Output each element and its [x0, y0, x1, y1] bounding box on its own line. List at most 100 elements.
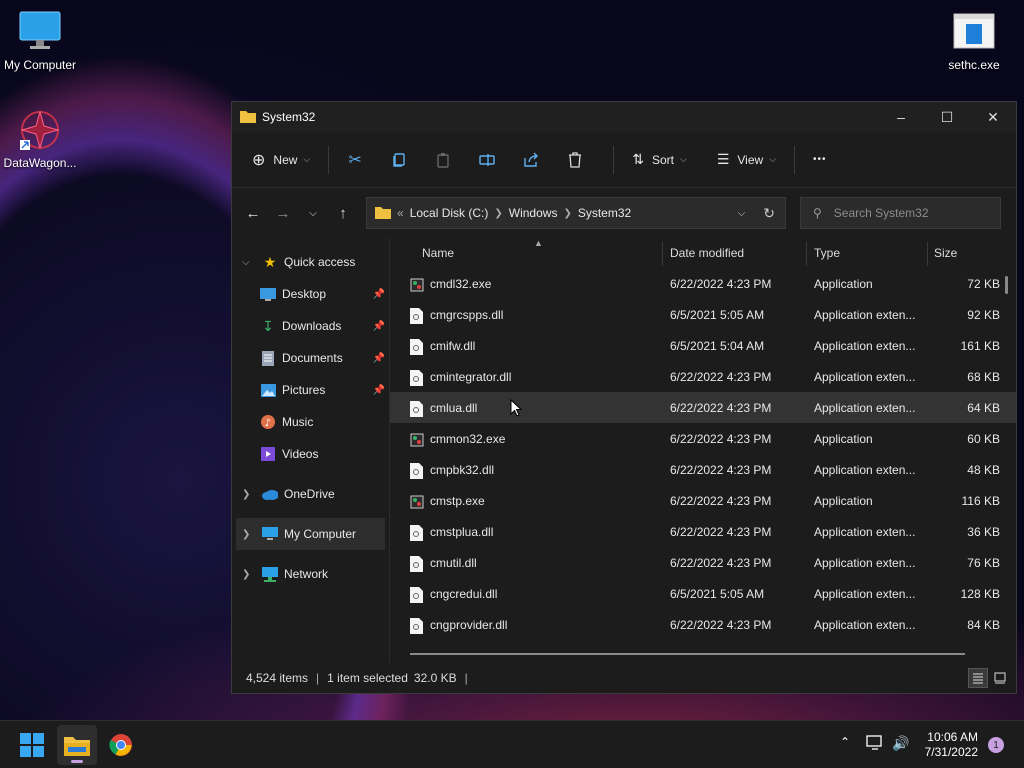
table-row[interactable]: cmlua.dll 6/22/2022 4:23 PM Application ex… [390, 392, 1016, 423]
selection-count: 1 item selected [327, 671, 408, 685]
dll-file-icon [410, 618, 423, 634]
taskbar-file-explorer[interactable] [57, 725, 97, 765]
chevron-right-icon[interactable]: ❯ [242, 529, 256, 540]
nav-item-videos[interactable]: Videos [232, 438, 389, 470]
table-row[interactable]: cmstplua.dll 6/22/2022 4:23 PM Application… [390, 516, 1016, 547]
pin-icon[interactable]: 📌 [373, 321, 385, 332]
nav-item-documents[interactable]: Documents 📌 [232, 342, 389, 374]
desktop-icon-sethc[interactable]: sethc.exe [934, 10, 1014, 72]
table-row[interactable]: cmgrcspps.dll 6/5/2021 5:05 AM Application… [390, 299, 1016, 330]
sort-label: Sort [651, 152, 674, 167]
sort-button[interactable]: ⇅ Sort ⌵ [624, 144, 695, 176]
table-row[interactable]: cmpbk32.dll 6/22/2022 4:23 PM Application … [390, 454, 1016, 485]
chevron-down-icon: ⌵ [769, 154, 777, 164]
more-options-button[interactable]: ••• [805, 144, 835, 176]
network-icon [262, 566, 278, 582]
chevron-right-icon[interactable]: ❯ [242, 569, 256, 580]
table-row[interactable]: cmutil.dll 6/22/2022 4:23 PM Application e… [390, 547, 1016, 578]
title-bar[interactable]: System32 – ☐ ✕ [232, 102, 1016, 132]
address-bar[interactable]: « Local Disk (C:) ❯ Windows ❯ System32 ⌵… [366, 197, 786, 229]
minimize-button[interactable]: – [878, 102, 924, 132]
chevron-right-icon[interactable]: ❯ [563, 208, 571, 219]
details-view-button[interactable] [968, 668, 988, 688]
pin-icon[interactable]: 📌 [373, 353, 385, 364]
copy-button[interactable] [383, 144, 415, 176]
nav-onedrive[interactable]: ❯ OneDrive [232, 478, 389, 510]
file-name: cmifw.dll [430, 339, 476, 353]
column-date-modified[interactable]: Date modified [670, 246, 744, 260]
crumb-windows[interactable]: Windows [509, 206, 558, 220]
rename-icon [479, 153, 495, 166]
tiles-view-icon [994, 672, 1006, 684]
cut-button[interactable]: ✂ [339, 144, 371, 176]
column-headers: ▲ Name Date modified Type Size [390, 238, 1016, 268]
share-button[interactable] [515, 144, 547, 176]
column-type[interactable]: Type [814, 246, 840, 260]
refresh-button[interactable]: ↻ [763, 205, 775, 222]
search-box[interactable]: ⚲ Search System32 [800, 197, 1001, 229]
nav-item-desktop[interactable]: Desktop 📌 [232, 278, 389, 310]
download-icon: ↧ [262, 317, 274, 334]
column-divider[interactable] [927, 242, 928, 266]
chrome-icon [109, 734, 132, 756]
table-row[interactable]: cngcredui.dll 6/5/2021 5:05 AM Application… [390, 578, 1016, 609]
view-list-icon: ☰ [716, 151, 730, 167]
clock[interactable]: 10:06 AM 7/31/2022 [925, 730, 978, 760]
file-date-modified: 6/22/2022 4:23 PM [670, 401, 772, 415]
notification-badge[interactable]: 1 [988, 737, 1004, 753]
new-button[interactable]: ⊕ New ⌵ [244, 144, 318, 176]
nav-item-pictures[interactable]: Pictures 📌 [232, 374, 389, 406]
desktop-folder-icon [260, 286, 276, 302]
table-row[interactable]: cmstp.exe 6/22/2022 4:23 PM Application 116… [390, 485, 1016, 516]
nav-item-downloads[interactable]: ↧ Downloads 📌 [232, 310, 389, 342]
delete-button[interactable] [559, 144, 591, 176]
chevron-right-icon[interactable]: ❯ [494, 208, 502, 219]
chevron-down-icon[interactable]: ⌵ [242, 257, 256, 268]
vertical-scrollbar[interactable] [1005, 276, 1008, 294]
close-button[interactable]: ✕ [970, 102, 1016, 132]
recent-locations-button[interactable]: ⌵ [298, 198, 328, 228]
horizontal-scrollbar[interactable] [410, 653, 965, 655]
active-indicator [71, 760, 83, 763]
table-row[interactable]: cmmon32.exe 6/22/2022 4:23 PM Application 6… [390, 423, 1016, 454]
nav-my-computer[interactable]: ❯ My Computer [236, 518, 385, 550]
file-date-modified: 6/22/2022 4:23 PM [670, 494, 772, 508]
pin-icon[interactable]: 📌 [373, 385, 385, 396]
crumb-local-disk[interactable]: Local Disk (C:) [410, 206, 489, 220]
chevron-up-icon[interactable]: ⌃ [840, 735, 850, 749]
network-status-icon[interactable] [866, 735, 884, 754]
table-row[interactable]: cmdl32.exe 6/22/2022 4:23 PM Application 72… [390, 268, 1016, 299]
crumb-system32[interactable]: System32 [578, 206, 631, 220]
nav-quick-access[interactable]: ⌵ ★ Quick access [232, 246, 389, 278]
back-button[interactable]: ← [238, 198, 268, 228]
large-icons-view-button[interactable] [990, 668, 1010, 688]
view-button[interactable]: ☰ View ⌵ [709, 144, 784, 176]
up-button[interactable]: ↑ [328, 198, 358, 228]
volume-icon[interactable]: 🔊 [892, 735, 909, 752]
start-button[interactable] [12, 725, 52, 765]
copy-icon [393, 152, 405, 167]
column-name[interactable]: Name [422, 246, 454, 260]
forward-button[interactable]: → [268, 198, 298, 228]
column-divider[interactable] [806, 242, 807, 266]
paste-button[interactable] [427, 144, 459, 176]
desktop-icon-datawagon[interactable]: DataWagon... [0, 108, 80, 170]
nav-label: Desktop [282, 287, 327, 301]
column-size[interactable]: Size [934, 246, 957, 260]
rename-button[interactable] [471, 144, 503, 176]
pin-icon[interactable]: 📌 [373, 289, 385, 300]
file-type: Application exten... [814, 308, 916, 322]
desktop-icon-my-computer[interactable]: My Computer [0, 10, 80, 72]
overflow-crumb[interactable]: « [397, 206, 404, 220]
taskbar-chrome[interactable] [101, 725, 141, 765]
nav-network[interactable]: ❯ Network [232, 558, 389, 590]
status-bar: 4,524 items | 1 item selected 32.0 KB | [232, 663, 1016, 693]
table-row[interactable]: cngprovider.dll 6/22/2022 4:23 PM Applicat… [390, 609, 1016, 640]
maximize-button[interactable]: ☐ [924, 102, 970, 132]
address-dropdown-button[interactable]: ⌵ [738, 208, 746, 219]
column-divider[interactable] [662, 242, 663, 266]
table-row[interactable]: cmintegrator.dll 6/22/2022 4:23 PM Applica… [390, 361, 1016, 392]
table-row[interactable]: cmifw.dll 6/5/2021 5:04 AM Application ext… [390, 330, 1016, 361]
chevron-right-icon[interactable]: ❯ [242, 489, 256, 500]
nav-item-music[interactable]: ♪ Music [232, 406, 389, 438]
